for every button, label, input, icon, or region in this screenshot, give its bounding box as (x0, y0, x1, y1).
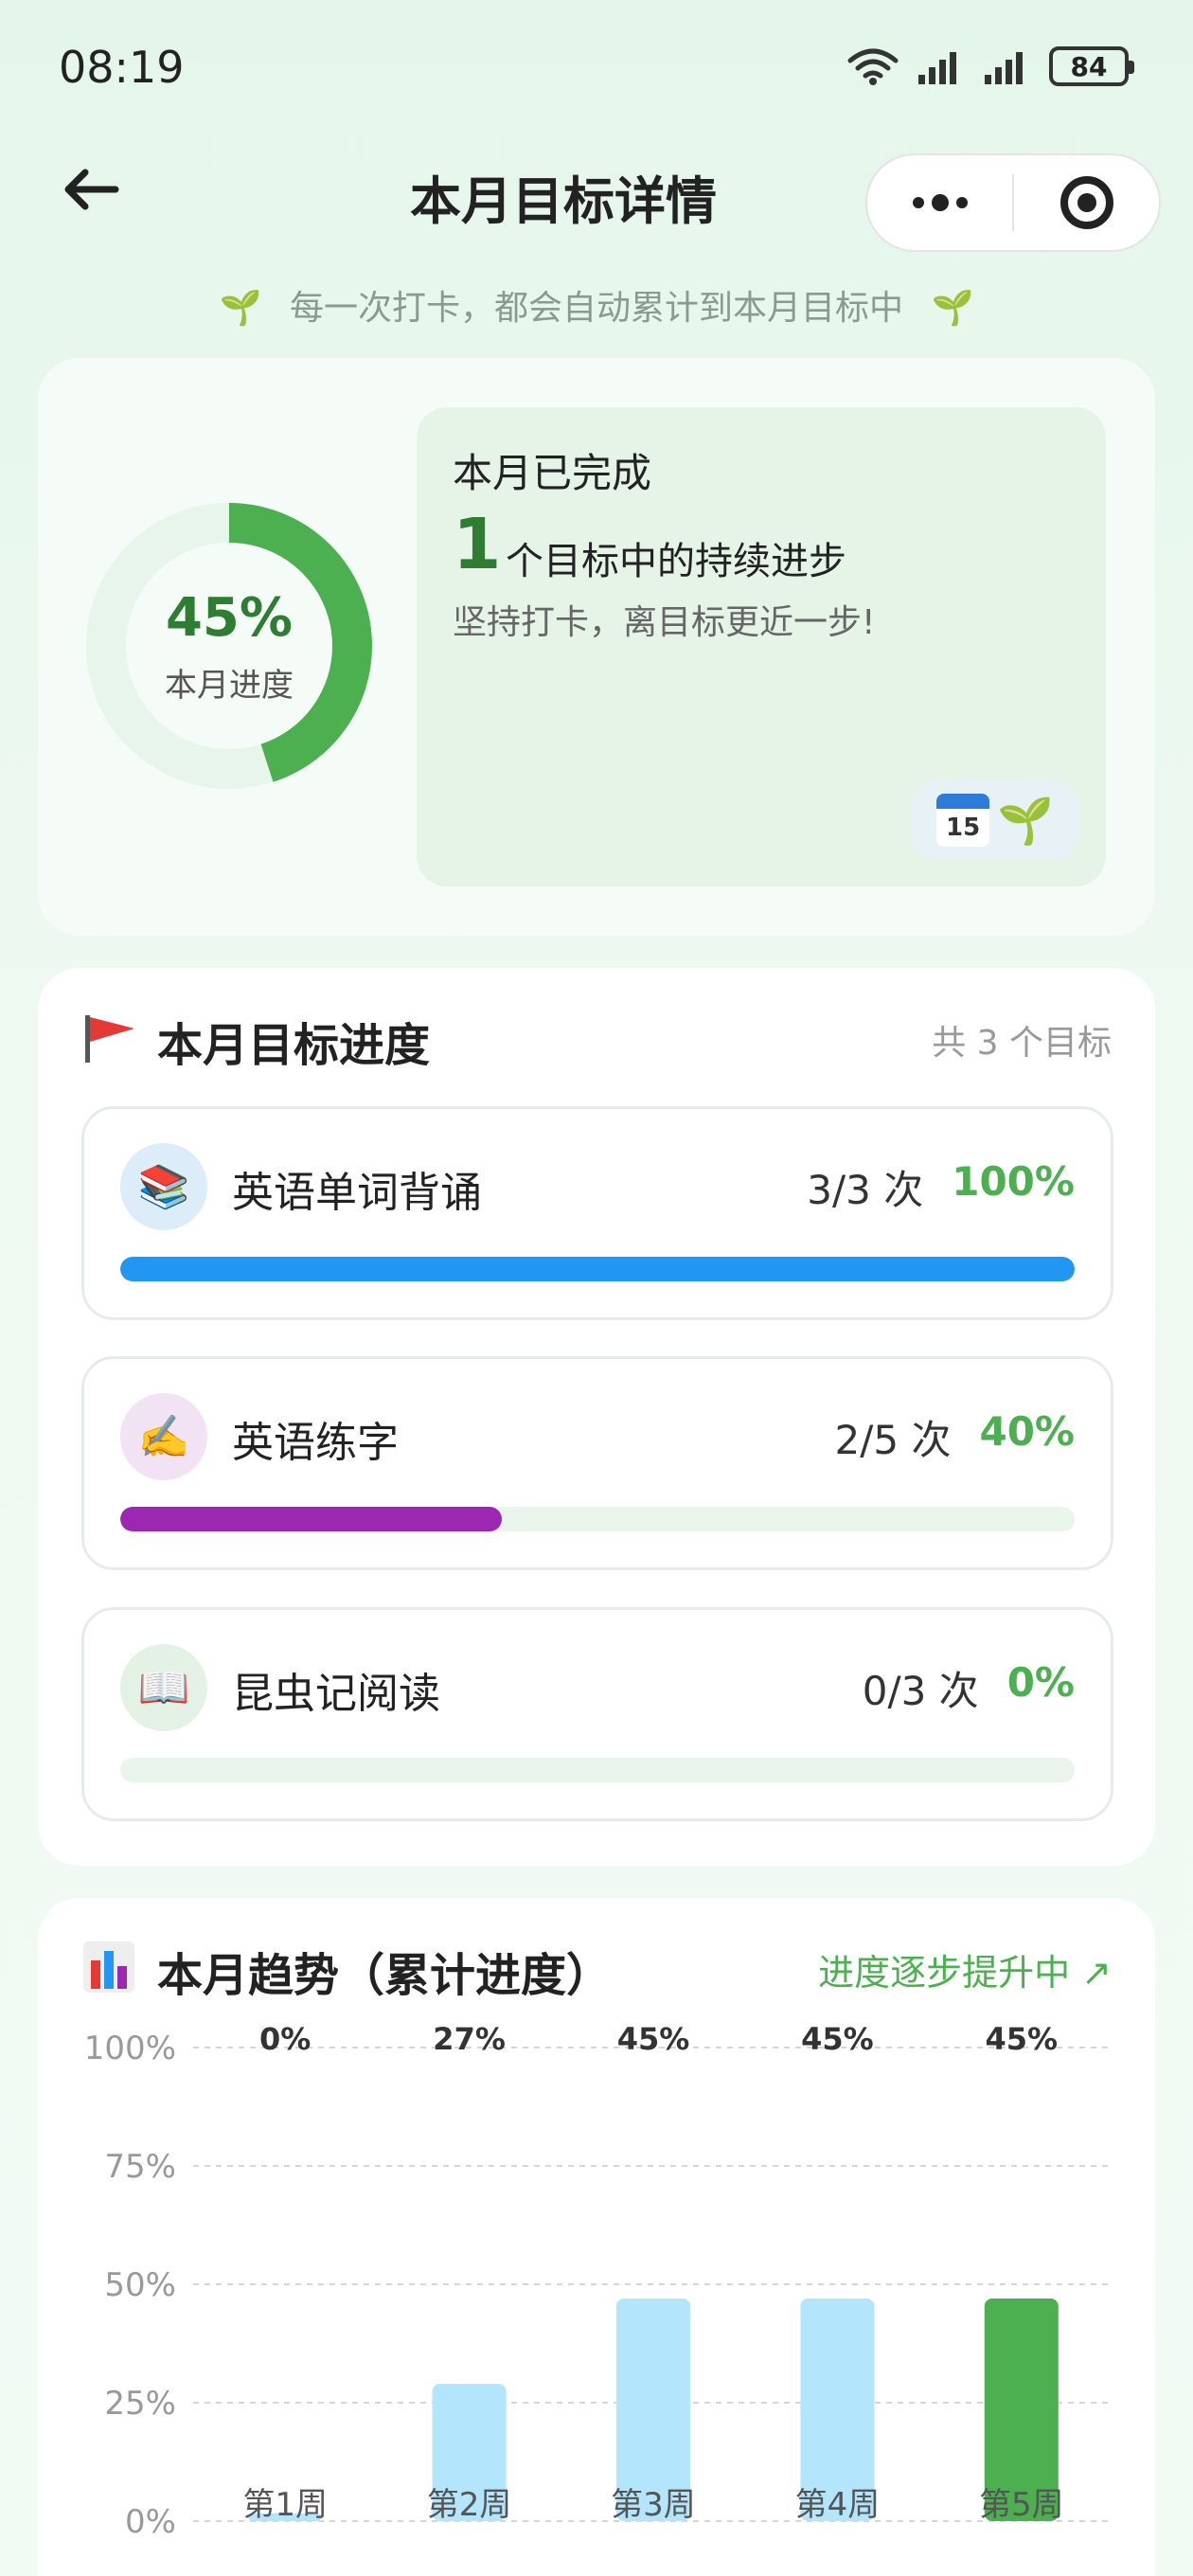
completion-count: 1 (453, 504, 502, 585)
calendar-badge: 15 🌱 (911, 780, 1079, 860)
bar-value-label: 45% (617, 2021, 690, 2057)
progress-percent: 45% (165, 587, 294, 649)
calendar-icon: 15 (936, 794, 990, 847)
more-dots-icon (912, 194, 968, 211)
sprout-icon: 🌱 (997, 794, 1054, 848)
open-book-icon: 📖 (120, 1644, 207, 1731)
goal-times: 2/5 次 (834, 1417, 952, 1463)
sprout-icon: 🌱 (219, 289, 262, 328)
y-tick-label: 25% (104, 2385, 176, 2423)
goal-progress-track (120, 1758, 1075, 1782)
close-mini-program-button[interactable] (1014, 155, 1159, 250)
goal-percent: 40% (979, 1408, 1075, 1455)
goal-progress-track (120, 1507, 1075, 1531)
signal-icon-2 (985, 52, 1023, 84)
goal-percent: 100% (952, 1158, 1075, 1205)
y-tick-label: 100% (84, 2030, 176, 2067)
goals-count-label: 共 3 个目标 (932, 1024, 1112, 1063)
goal-name: 英语单词背诵 (232, 1169, 482, 1217)
goal-percent: 0% (1006, 1659, 1075, 1706)
weekly-progress-chart: 100% 75% 50% 25% 0% 0% 第1周 27% 第2周 45% 第3周 45% 第4周 45… (84, 2021, 1113, 2541)
mini-program-capsule (865, 153, 1161, 252)
goal-item[interactable]: ✍️ 英语练字 2/5 次 40% (81, 1356, 1113, 1570)
goal-name: 英语练字 (232, 1419, 399, 1467)
goal-progress-fill (120, 1257, 1075, 1281)
books-icon: 📚 (120, 1143, 207, 1230)
x-tick-label: 第2周 (427, 2486, 512, 2524)
completion-title: 本月已完成 (453, 450, 652, 496)
bar-value-label: 45% (986, 2021, 1059, 2057)
goal-progress-fill (120, 1507, 503, 1531)
goal-name: 昆虫记阅读 (232, 1670, 440, 1718)
goals-section-title: 本月目标进度 (157, 1019, 431, 1072)
goal-progress-track (120, 1257, 1075, 1281)
status-icons: 84 (846, 45, 1134, 87)
x-tick-label: 第3周 (611, 2486, 696, 2524)
bar-value-label: 45% (801, 2021, 874, 2057)
progress-label: 本月进度 (165, 667, 294, 705)
red-flag-icon (85, 1015, 134, 1063)
status-time: 08:19 (59, 42, 185, 93)
x-tick-label: 第1周 (242, 2486, 328, 2524)
more-button[interactable] (867, 155, 1012, 250)
y-tick-label: 0% (125, 2503, 176, 2541)
trend-section-title: 本月趋势（累计进度） (157, 1949, 613, 2002)
goal-times: 3/3 次 (807, 1167, 924, 1213)
signal-icon (918, 52, 956, 84)
sprout-icon: 🌱 (931, 289, 974, 328)
goal-times: 0/3 次 (862, 1668, 979, 1714)
bar-value-label: 27% (433, 2021, 506, 2057)
completion-subtitle: 坚持打卡，离目标更近一步! (453, 603, 876, 642)
bar-chart-icon (83, 1941, 134, 1993)
goal-item[interactable]: 📚 英语单词背诵 3/3 次 100% (81, 1106, 1113, 1320)
completion-count-text: 个目标中的持续进步 (506, 540, 846, 583)
wifi-icon (847, 48, 899, 85)
writing-hand-icon: ✍️ (120, 1393, 207, 1480)
y-tick-label: 75% (104, 2148, 176, 2186)
battery-indicator: 84 (1049, 46, 1134, 86)
x-tick-label: 第5周 (979, 2486, 1064, 2524)
goal-item[interactable]: 📖 昆虫记阅读 0/3 次 0% (81, 1607, 1113, 1821)
x-tick-label: 第4周 (795, 2486, 881, 2524)
tip-banner: 🌱 每一次打卡，都会自动累计到本月目标中 🌱 (0, 280, 1193, 330)
bar-value-label: 0% (259, 2021, 311, 2057)
trend-status-label: 进度逐步提升中 ↗ (818, 1952, 1112, 1994)
target-circle-icon (1059, 176, 1113, 229)
y-tick-label: 50% (104, 2266, 176, 2304)
tip-text: 每一次打卡，都会自动累计到本月目标中 (289, 289, 903, 328)
